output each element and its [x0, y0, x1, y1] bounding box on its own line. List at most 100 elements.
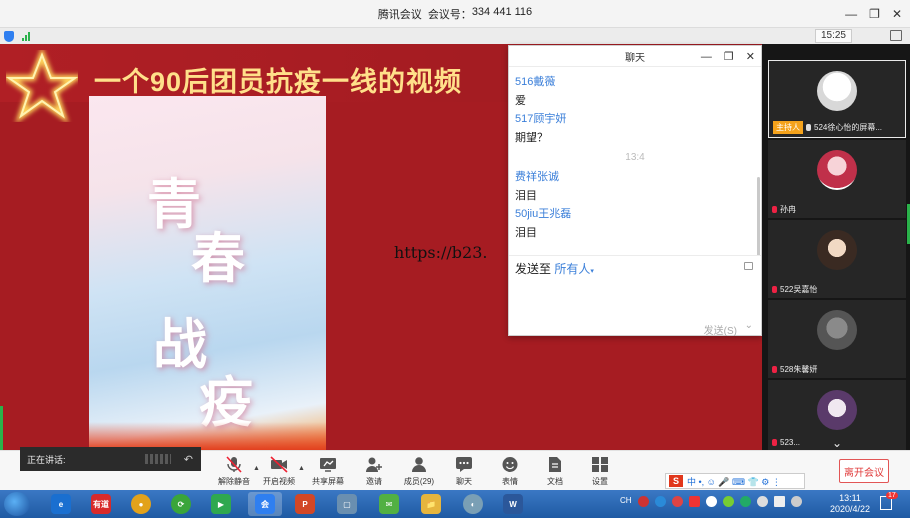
video-tile[interactable]: 主持人 524徐心怡的屏幕...	[768, 60, 906, 138]
chat-message-list[interactable]: 516戴薇 爱 517顾宇妍 期望？ 13:4 费祥张诚 泪目 50jiu王兆磊…	[509, 67, 761, 255]
send-to-selector[interactable]: 发送至 所有人▾	[515, 260, 594, 277]
chat-label: 聊天	[456, 477, 472, 486]
poster-crowd	[89, 422, 326, 450]
video-tile-label: 主持人 524徐心怡的屏幕...	[773, 121, 882, 134]
document-icon	[549, 457, 561, 472]
tray-icon[interactable]	[705, 496, 717, 507]
input-language[interactable]: CH	[620, 496, 632, 507]
undo-icon[interactable]: ↶	[184, 453, 193, 466]
avatar	[817, 310, 857, 350]
signal-icon[interactable]	[22, 31, 30, 41]
chat-minimize-button[interactable]: —	[701, 51, 712, 63]
network-icon[interactable]	[773, 496, 785, 507]
notification-count: 17	[886, 492, 898, 499]
ime-options[interactable]: 中 •, ☺ 🎤 ⌨ 👕 ⚙ ⋮	[687, 475, 781, 488]
unmute-button[interactable]: 解除静音	[214, 456, 254, 490]
restore-button[interactable]: ❐	[869, 7, 880, 21]
avatar	[817, 390, 857, 430]
tray-icon[interactable]	[688, 496, 700, 507]
video-tile[interactable]: 孙冉	[768, 140, 906, 218]
message-sender[interactable]: 费祥张诚	[515, 168, 755, 183]
window-title: 腾讯会议 会议号： 334 441 116	[378, 6, 532, 22]
send-to-target[interactable]: 所有人	[554, 262, 590, 276]
video-options-caret[interactable]: ▲	[298, 465, 305, 472]
chat-compose-area[interactable]: 发送至 所有人▾ 发送(S) ⌄	[509, 255, 761, 337]
taskbar-clock[interactable]: 13:11 2020/4/22	[828, 493, 872, 515]
meeting-id: 334 441 116	[471, 5, 533, 18]
taskbar-app[interactable]: ⟳	[164, 492, 198, 516]
taskbar-app[interactable]: ●	[124, 492, 158, 516]
ime-toolbar[interactable]: S 中 •, ☺ 🎤 ⌨ 👕 ⚙ ⋮	[665, 473, 805, 489]
participant-name: 523...	[780, 438, 801, 447]
settings-label: 设置	[592, 477, 608, 486]
tray-icon[interactable]	[722, 496, 734, 507]
chat-icon	[456, 457, 472, 472]
chat-panel: 聊天 — ❐ ✕ 516戴薇 爱 517顾宇妍 期望？ 13:4 费祥张诚 泪目…	[508, 45, 762, 337]
windows-taskbar: e 有道 ● ⟳ ▶ 会 P ▢ ✉ 📁 ◐ W CH 13:11 2020/4…	[0, 490, 910, 518]
taskbar-app[interactable]: ◐	[456, 492, 490, 516]
video-tile[interactable]: 528朱馨妍	[768, 300, 906, 378]
tray-icon[interactable]	[756, 496, 768, 507]
taskbar-app[interactable]: 📁	[414, 492, 448, 516]
taskbar-app[interactable]: ▢	[330, 492, 364, 516]
chat-scrollbar[interactable]	[757, 177, 760, 255]
chat-title: 聊天	[625, 52, 645, 64]
sogou-ime-icon[interactable]: S	[669, 475, 683, 487]
leave-meeting-button[interactable]: 离开会议	[839, 459, 889, 483]
chat-restore-button[interactable]: ❐	[724, 50, 734, 63]
video-tile-label: 522吴嘉怡	[772, 284, 817, 295]
members-label: 成员(29)	[403, 477, 435, 486]
send-button[interactable]: 发送(S)	[704, 322, 737, 337]
window-titlebar: 腾讯会议 会议号： 334 441 116 — ❐ ✕	[0, 0, 910, 28]
send-options-icon[interactable]: ⌄	[745, 320, 753, 331]
participant-video-list: 主持人 524徐心怡的屏幕... 孙冉 522吴嘉怡 528朱馨妍 523...	[762, 44, 910, 450]
chat-button[interactable]: 聊天	[444, 456, 484, 490]
avatar	[817, 150, 857, 190]
chevron-down-icon[interactable]: ▾	[590, 268, 594, 275]
settings-button[interactable]: 设置	[580, 456, 620, 490]
documents-button[interactable]: 文档	[535, 456, 575, 490]
taskbar-app[interactable]: ▶	[204, 492, 238, 516]
taskbar-app[interactable]: W	[496, 492, 530, 516]
share-screen-button[interactable]: 共享屏幕	[308, 456, 348, 490]
message-timestamp: 13:4	[625, 152, 645, 163]
minimize-button[interactable]: —	[845, 7, 857, 21]
clock-date: 2020/4/22	[829, 504, 871, 514]
microphone-muted-icon	[772, 206, 777, 213]
video-list-more-icon[interactable]: ⌄	[832, 436, 842, 450]
members-button[interactable]: 成员(29)	[399, 456, 439, 490]
taskbar-app[interactable]: e	[44, 492, 78, 516]
avatar	[817, 230, 857, 270]
taskbar-app[interactable]: 会	[248, 492, 282, 516]
participant-name: 孙冉	[780, 205, 796, 214]
meeting-duration: 15:25	[814, 29, 852, 43]
start-button[interactable]	[4, 492, 30, 516]
speaking-label: 正在讲话:	[27, 454, 66, 465]
taskbar-app[interactable]: P	[288, 492, 322, 516]
invite-label: 邀请	[366, 477, 382, 486]
tray-icon[interactable]	[739, 496, 751, 507]
video-tile[interactable]: 522吴嘉怡	[768, 220, 906, 298]
taskbar-app[interactable]: ✉	[372, 492, 406, 516]
tray-icon[interactable]	[637, 496, 649, 507]
close-button[interactable]: ✕	[892, 7, 902, 21]
start-video-button[interactable]: 开启视频	[259, 456, 299, 490]
volume-icon[interactable]	[790, 496, 802, 507]
invite-button[interactable]: 邀请	[354, 456, 394, 490]
message-sender[interactable]: 517顾宇妍	[515, 110, 755, 125]
taskbar-app[interactable]: 有道	[84, 492, 118, 516]
meeting-id-label: 会议号：	[427, 8, 472, 21]
reactions-button[interactable]: 表情	[490, 456, 530, 490]
message-sender[interactable]: 50jiu王兆磊	[515, 205, 755, 220]
system-tray: CH	[620, 496, 802, 507]
tray-icon[interactable]	[671, 496, 683, 507]
microphone-muted-icon	[226, 456, 242, 473]
fullscreen-icon[interactable]	[890, 30, 902, 41]
screenshot-icon[interactable]	[744, 262, 753, 270]
message-sender[interactable]: 516戴薇	[515, 73, 755, 88]
chat-close-button[interactable]: ✕	[746, 50, 755, 63]
tray-icon[interactable]	[654, 496, 666, 507]
shield-icon[interactable]	[4, 30, 14, 42]
speaking-indicator: 正在讲话: ↶	[20, 447, 201, 471]
participant-name: 524徐心怡的屏幕...	[814, 123, 883, 132]
